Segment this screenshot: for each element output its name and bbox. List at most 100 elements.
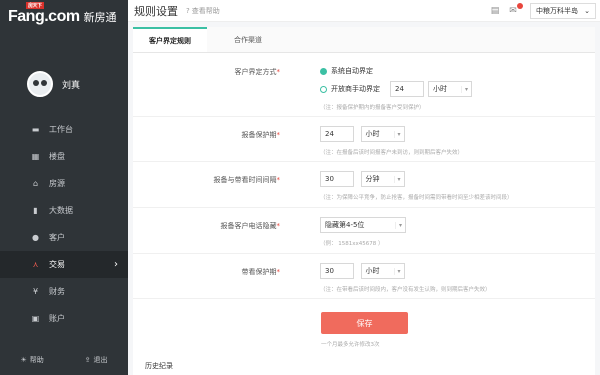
sidebar-item-label: 大数据 <box>49 206 73 215</box>
protect-controls: 24 小时 ▾ <box>320 126 405 142</box>
sidebar-item-label: 交易 <box>49 260 65 269</box>
logo[interactable]: 房天下 Fang.com 新房通 <box>0 0 128 34</box>
sidebar-footer: ☀ 帮助 ⇪ 退出 <box>0 355 128 365</box>
select-value: 隐藏第4-5位 <box>325 221 365 229</box>
caret-down-icon: ▾ <box>461 85 471 93</box>
sidebar-item-buildings[interactable]: ▦ 楼盘 <box>0 143 128 170</box>
city-select[interactable]: 中粮万科半岛 ⌄ <box>530 2 596 19</box>
sidebar-item-label: 工作台 <box>49 125 73 134</box>
sidebar-item-customers[interactable]: ● 客户 <box>0 224 128 251</box>
protect-hint: （注：在报备后该时间报客户未到访，则到期后客户失效） <box>320 150 464 156</box>
document-icon[interactable]: ▤ <box>486 6 504 16</box>
logout-link[interactable]: ⇪ 退出 <box>85 355 108 365</box>
chart-icon: ▮ <box>33 206 38 215</box>
select-value: 分钟 <box>365 175 380 183</box>
help-link-top[interactable]: ? 查看帮助 <box>186 6 220 16</box>
protect-hours-input[interactable]: 24 <box>320 126 354 142</box>
brand-tag: 房天下 <box>26 2 44 9</box>
visit-unit-select[interactable]: 小时 ▾ <box>360 263 405 279</box>
define-hours-input[interactable]: 24 <box>390 81 424 97</box>
lightbulb-icon: ☀ <box>20 356 27 364</box>
help-text: 查看帮助 <box>191 6 220 15</box>
history-title: 历史纪录 <box>145 362 173 370</box>
top-bar: 规则设置 ? 查看帮助 ▤ ✉ 中粮万科半岛 ⌄ <box>128 0 600 22</box>
select-value: 小时 <box>365 267 380 275</box>
brand-name: 房天下 Fang.com <box>8 2 80 26</box>
save-hint: 一个月最多允许修改3次 <box>321 342 380 348</box>
main-panel: 客户界定规则 合作渠道 客户界定方式* 系统自动界定 开放商手动界定 24 小时… <box>133 27 595 375</box>
caret-down-icon: ▾ <box>393 267 404 275</box>
define-hint: （注：报备保护期内的报备客户受到保护） <box>320 105 425 111</box>
phone-controls: 隐藏第4-5位 ▾ <box>320 217 406 233</box>
sidebar-item-workbench[interactable]: ▬ 工作台 <box>0 116 128 143</box>
handshake-icon: ⋏ <box>32 260 39 269</box>
help-link[interactable]: ☀ 帮助 <box>20 355 43 365</box>
tab-channels[interactable]: 合作渠道 <box>211 27 285 52</box>
phone-hint: （例： 1581xx45678 ） <box>320 241 384 247</box>
define-manual-row: 开放商手动界定 24 小时 ▾ <box>320 81 472 97</box>
user-profile: 刘真 <box>0 34 128 112</box>
form-row-phone: 报备客户电话隐藏* 隐藏第4-5位 ▾ （例： 1581xx45678 ） <box>133 208 595 254</box>
sidebar-item-housing[interactable]: ⌂ 房源 <box>0 170 128 197</box>
phone-mask-select[interactable]: 隐藏第4-5位 ▾ <box>320 217 406 233</box>
save-button[interactable]: 保存 <box>321 312 408 334</box>
interval-label: 报备与带看时间间隔* <box>213 176 281 184</box>
visit-input[interactable]: 30 <box>320 263 354 279</box>
caret-down-icon: ▾ <box>393 130 404 138</box>
sidebar-item-label: 财务 <box>49 287 65 296</box>
top-right-tools: ▤ ✉ 中粮万科半岛 ⌄ <box>486 0 600 22</box>
avatar[interactable] <box>27 71 53 97</box>
visit-hint: （注：在带看后该时间段内，客户没有发生认购，则到期后客户失效） <box>320 287 491 293</box>
sidebar-item-label: 楼盘 <box>49 152 65 161</box>
tab-bar: 客户界定规则 合作渠道 <box>133 27 595 53</box>
sidebar-item-label: 客户 <box>49 233 65 242</box>
brand-sub: 新房通 <box>83 11 117 24</box>
help-label: 帮助 <box>29 356 44 364</box>
radio-manual-label: 开放商手动界定 <box>331 85 380 93</box>
sidebar: 房天下 Fang.com 新房通 刘真 ▬ 工作台 ▦ 楼盘 ⌂ 房源 ▮ 大数据 ● 客… <box>0 0 128 375</box>
question-icon: ? <box>186 6 190 15</box>
interval-controls: 30 分钟 ▾ <box>320 171 405 187</box>
form-row-define: 客户界定方式* 系统自动界定 开放商手动界定 24 小时 ▾ （注：报备保护期内的… <box>133 53 595 117</box>
tab-customer-rules[interactable]: 客户界定规则 <box>133 27 207 52</box>
radio-manual[interactable]: 开放商手动界定 <box>320 84 380 94</box>
interval-unit-select[interactable]: 分钟 ▾ <box>360 171 405 187</box>
sidebar-item-trade[interactable]: ⋏ 交易 › <box>0 251 128 278</box>
form-row-visit: 带看保护期* 30 小时 ▾ （注：在带看后该时间段内，客户没有发生认购，则到期后… <box>133 254 595 299</box>
sidebar-item-account[interactable]: ▣ 账户 <box>0 305 128 332</box>
visit-label: 带看保护期* <box>241 268 281 276</box>
page-title: 规则设置 <box>134 4 178 18</box>
notification-badge <box>517 2 523 9</box>
protect-unit-select[interactable]: 小时 ▾ <box>360 126 405 142</box>
username: 刘真 <box>62 80 81 91</box>
money-icon: ¥ <box>32 287 39 296</box>
sidebar-item-bigdata[interactable]: ▮ 大数据 <box>0 197 128 224</box>
radio-auto[interactable]: 系统自动界定 <box>320 66 373 76</box>
form-row-protect: 报备保护期* 24 小时 ▾ （注：在报备后该时间报客户未到访，则到期后客户失效） <box>133 117 595 162</box>
protect-label: 报备保护期* <box>241 131 281 139</box>
select-value: 小时 <box>365 130 380 138</box>
building-icon: ▦ <box>31 152 40 161</box>
radio-auto-label: 系统自动界定 <box>331 67 373 75</box>
define-label: 客户界定方式* <box>234 68 281 76</box>
chevron-down-icon: ⌄ <box>584 6 590 15</box>
radio-checked-icon <box>320 67 327 75</box>
mail-icon[interactable]: ✉ <box>504 2 523 16</box>
logout-icon: ⇪ <box>84 356 91 364</box>
person-icon: ● <box>32 233 39 242</box>
interval-hint: （注：为保障公平竞争，防止抢客，报备时间需同带看时间至少相差该时间段） <box>320 195 513 201</box>
form-row-interval: 报备与带看时间间隔* 30 分钟 ▾ （注：为保障公平竞争，防止抢客，报备时间需同… <box>133 162 595 208</box>
define-unit-select[interactable]: 小时 ▾ <box>428 81 472 97</box>
logout-label: 退出 <box>93 356 108 364</box>
sidebar-nav: ▬ 工作台 ▦ 楼盘 ⌂ 房源 ▮ 大数据 ● 客户 ⋏ 交易 › ¥ 财务 ▣ 账户 <box>0 116 128 332</box>
phone-label: 报备客户电话隐藏* <box>220 222 281 230</box>
sidebar-item-label: 账户 <box>49 314 65 323</box>
chevron-right-icon: › <box>114 259 118 270</box>
caret-down-icon: ▾ <box>395 221 405 229</box>
sidebar-item-finance[interactable]: ¥ 财务 <box>0 278 128 305</box>
tab-label: 合作渠道 <box>234 35 262 44</box>
tab-label: 客户界定规则 <box>149 36 191 45</box>
visit-controls: 30 小时 ▾ <box>320 263 405 279</box>
interval-input[interactable]: 30 <box>320 171 354 187</box>
city-label: 中粮万科半岛 <box>536 6 578 15</box>
